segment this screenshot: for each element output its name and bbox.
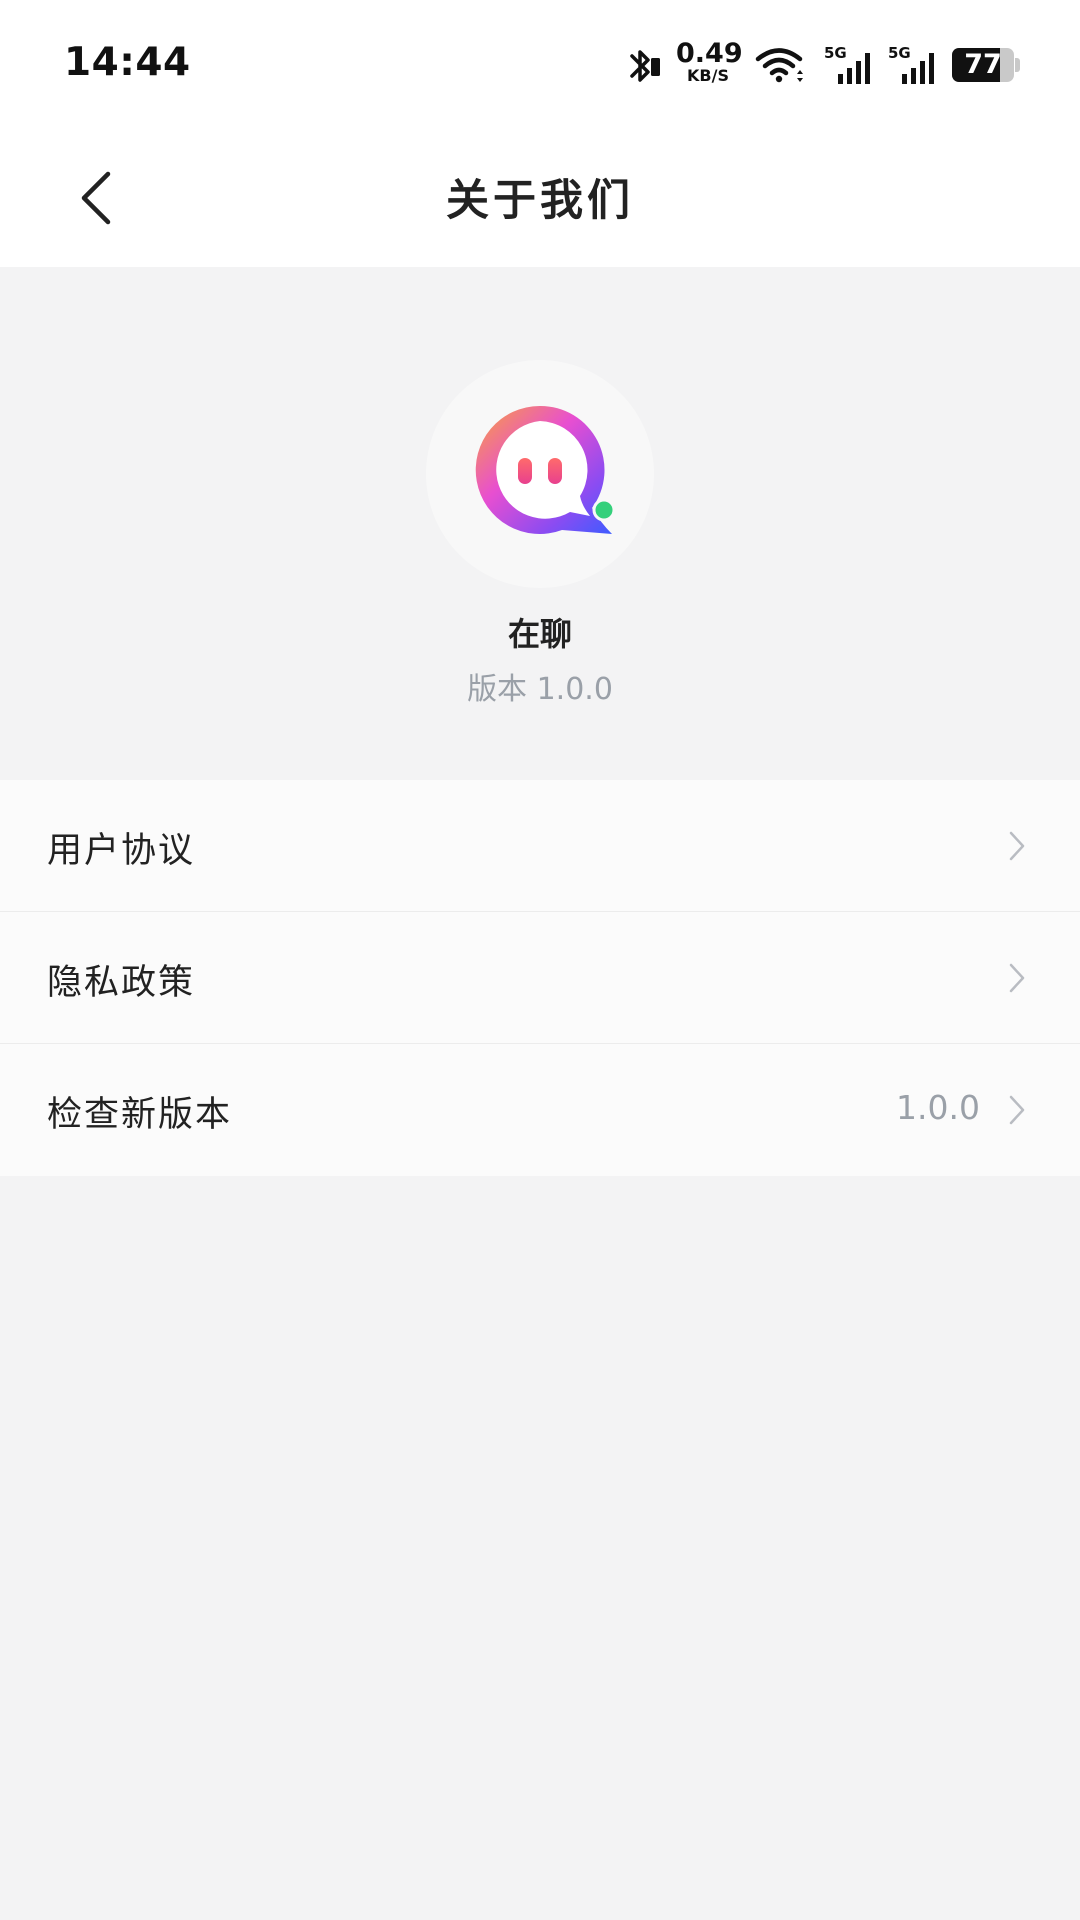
menu-item-check-update[interactable]: 检查新版本 1.0.0 [0,1044,1080,1176]
nav-bar: 关于我们 [0,130,1080,267]
status-time: 14:44 [64,40,191,85]
chevron-right-icon [1009,1095,1025,1125]
network-speed-unit: KB/S [687,66,729,85]
status-bar: 14:44 0.49 KB/S 5G 5G 77 [0,0,1080,130]
current-version-value: 1.0.0 [896,1088,980,1127]
battery-level: 77 [964,49,1002,80]
battery-tip [1015,58,1020,72]
menu-item-user-agreement[interactable]: 用户协议 [0,780,1080,912]
menu-item-privacy-policy[interactable]: 隐私政策 [0,912,1080,1044]
settings-menu: 用户协议 隐私政策 检查新版本 1.0.0 [0,780,1080,1176]
wifi-icon [755,48,803,83]
chat-bubble-logo-icon [475,405,616,534]
app-version: 版本 1.0.0 [467,672,613,707]
chevron-right-icon [1009,963,1025,993]
cellular-signal-icon: 5G [888,44,942,86]
app-logo [426,360,654,588]
app-info-section: 在聊 版本 1.0.0 [0,267,1080,779]
network-speed: 0.49 KB/S [676,38,743,90]
menu-item-label: 检查新版本 [47,1095,233,1135]
page-title: 关于我们 [446,176,634,226]
menu-item-label: 用户协议 [47,831,196,871]
app-name: 在聊 [507,615,572,653]
chevron-right-icon [1009,831,1025,861]
network-speed-value: 0.49 [676,38,743,69]
bluetooth-icon [630,50,660,82]
menu-item-label: 隐私政策 [47,963,196,1003]
status-icons: 0.49 KB/S 5G 5G 77 [600,40,1020,90]
battery-icon: 77 [952,48,1020,82]
cellular-signal-icon: 5G [824,44,878,86]
about-us-screen: 14:44 0.49 KB/S 5G 5G 77 关于我们 在聊 版本 1.0.… [0,0,1080,1920]
